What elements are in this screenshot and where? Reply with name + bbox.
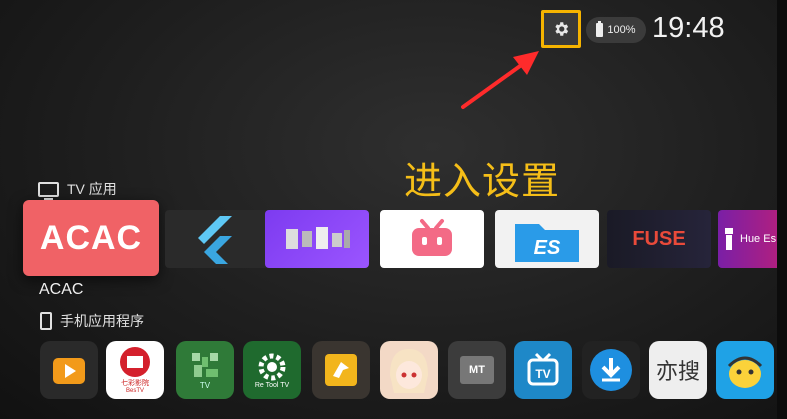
phone-app-play-tv[interactable] [40,341,98,399]
acac-logo-icon: ACAC [39,218,143,257]
download-icon [590,349,632,391]
tv-icon [38,181,59,200]
yisou-icon: 亦搜 [655,359,700,384]
bilibili-tv-icon [412,219,452,256]
re-tool-tv-icon [258,353,286,380]
hue-tile-label: Hue Es [740,233,777,245]
bird-app-icon [325,354,357,386]
tv-app-tile-pixelated[interactable] [265,210,369,268]
pixelated-qr-icon [192,352,218,377]
svg-text:ES: ES [534,237,561,259]
gear-icon [555,22,569,36]
qicai-sublabel: BesTV [125,388,144,394]
status-bar: 100% 19:48 [541,10,731,50]
phone-app-mascot[interactable] [716,341,774,399]
qicai-tv-icon [120,347,150,377]
battery-indicator: 100% [586,17,646,43]
tv-app-tile-flutter[interactable] [165,210,269,268]
svg-text:TV: TV [535,367,550,381]
tv-apps-row: ACAC ES FUSE Hue Es [0,200,787,280]
tv-app-tile-bilibili[interactable] [380,210,484,268]
phone-apps-header-label: 手机应用程序 [60,313,144,329]
phone-app-yisou[interactable]: 亦搜 [649,341,707,399]
phone-icon [40,312,52,330]
settings-button[interactable] [541,10,581,48]
tv-app-tile-fuse[interactable]: FUSE [607,210,711,268]
phone-app-tv-box[interactable]: TV [514,341,572,399]
pixelated-tile-icon [286,227,350,249]
focused-app-label: ACAC [39,281,84,298]
tv-apps-section-header: TV 应用 [38,179,117,200]
clock: 19:48 [652,12,725,44]
qicai-label: 七彩影院 [121,380,149,387]
re-tool-tv-label: Re Tool TV [254,381,290,389]
phone-app-bird[interactable] [312,341,370,399]
flutter-logo-icon [198,216,232,264]
screen-edge-strip [777,0,787,419]
battery-percent: 100% [607,24,636,36]
phone-app-qicai[interactable]: 七彩影院 BesTV [106,341,164,399]
battery-icon [596,21,604,37]
fuse-logo-icon: FUSE [632,227,686,250]
play-tv-icon [53,358,85,384]
phone-app-pixelated[interactable]: TV [176,341,234,399]
annotation-arrow [461,51,539,109]
phone-apps-section-header: 手机应用程序 [40,311,144,331]
tv-apps-header-label: TV 应用 [67,181,117,197]
mascot-app-icon [727,356,763,388]
phone-app-mt-manager[interactable]: MT [448,341,506,399]
hue-essentials-icon [725,228,733,250]
es-file-explorer-icon: ES [515,224,579,262]
phone-app-re-tool-tv[interactable]: Re Tool TV [243,341,301,399]
phone-app-anime[interactable] [380,341,438,399]
tv-box-icon: TV [527,352,559,386]
mt-manager-icon: MT [460,356,494,384]
phone-app-download[interactable] [582,341,640,399]
tv-app-tile-es-explorer[interactable]: ES [495,210,599,268]
pixelated-app-label: TV [199,380,211,390]
phone-apps-row: 七彩影院 BesTV TV Re Tool TV MT TV 亦搜 [0,340,787,402]
annotation-text: 进入设置 [404,159,561,203]
tv-app-tile-acac[interactable]: ACAC [23,200,159,276]
anime-girl-icon [390,349,428,393]
